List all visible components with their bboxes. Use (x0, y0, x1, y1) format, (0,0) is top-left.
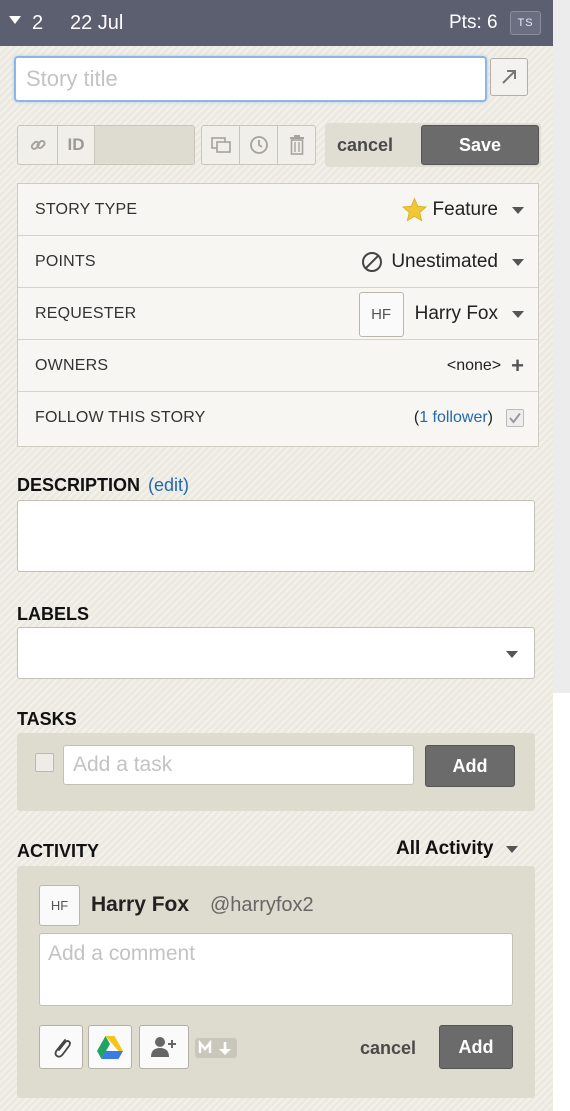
iteration-date: 22 Jul (70, 12, 124, 34)
clone-icon (210, 137, 231, 153)
add-person-icon (151, 1037, 176, 1057)
points-dropdown[interactable]: Unestimated (361, 236, 524, 288)
expand-arrow-icon (502, 70, 516, 84)
id-tool-group: ID (17, 125, 195, 165)
save-button[interactable]: Save (421, 125, 539, 165)
cancel-save-group: cancel Save (325, 123, 541, 167)
labels-dropdown[interactable] (17, 627, 535, 679)
story-type-value: Feature (432, 199, 498, 220)
chevron-down-icon (505, 845, 518, 853)
iteration-number: 2 (32, 12, 44, 34)
labels-heading: LABELS (17, 604, 89, 624)
task-checkbox[interactable] (35, 753, 54, 772)
owners-value: <none> (446, 357, 502, 374)
points-label: POINTS (35, 253, 96, 270)
checkmark-icon (509, 412, 521, 424)
add-task-button[interactable]: Add (425, 745, 515, 787)
clone-button[interactable] (202, 126, 240, 164)
action-tool-group (201, 125, 316, 165)
follow-paren-close: ) (487, 409, 493, 426)
follow-row[interactable]: FOLLOW THIS STORY ( 1 follower ) (18, 392, 538, 444)
add-task-input[interactable] (63, 745, 414, 785)
history-button[interactable] (240, 126, 278, 164)
add-owner-icon[interactable]: + (511, 353, 524, 379)
chevron-down-icon (512, 206, 524, 214)
points-value: Unestimated (391, 251, 498, 272)
chevron-down-icon (512, 258, 524, 266)
google-drive-button[interactable] (88, 1025, 132, 1069)
requester-label: REQUESTER (35, 305, 137, 322)
id-button[interactable]: ID (58, 126, 95, 164)
link-icon (30, 139, 46, 150)
owners-field[interactable]: <none> + (447, 340, 524, 392)
story-info-table: STORY TYPE Feature POINTS Unestimated RE… (17, 183, 539, 447)
story-header[interactable]: 2 22 Jul Pts: 6 TS (0, 0, 553, 46)
comment-cancel-button[interactable]: cancel (360, 1038, 416, 1059)
delete-button[interactable] (278, 126, 315, 164)
points-row[interactable]: POINTS Unestimated (18, 236, 538, 288)
owners-row[interactable]: OWNERS <none> + (18, 340, 538, 392)
follow-label: FOLLOW THIS STORY (35, 409, 206, 426)
follow-field[interactable]: ( 1 follower ) (414, 392, 524, 444)
iteration-points: Pts: 6 (449, 12, 498, 33)
mention-user-button[interactable] (139, 1025, 189, 1069)
markdown-icon[interactable] (195, 1038, 237, 1058)
followers-link[interactable]: 1 follower (419, 409, 487, 427)
activity-area: HF Harry Fox @harryfox2 Add a comment ca… (17, 866, 535, 1098)
story-type-row[interactable]: STORY TYPE Feature (18, 184, 538, 236)
user-avatar: HF (39, 885, 80, 926)
description-edit-link[interactable]: (edit) (148, 475, 189, 495)
owners-label: OWNERS (35, 357, 109, 374)
add-comment-button[interactable]: Add (439, 1025, 513, 1069)
requester-name: Harry Fox (414, 303, 498, 324)
clock-icon (249, 136, 268, 154)
requester-avatar: HF (358, 291, 404, 337)
user-name: Harry Fox (91, 893, 190, 916)
story-title-input[interactable] (14, 56, 487, 102)
follow-checkbox[interactable] (506, 409, 524, 427)
star-icon (401, 197, 427, 222)
story-type-dropdown[interactable]: Feature (401, 184, 524, 236)
activity-filter-value: All Activity (396, 838, 494, 859)
comment-input[interactable] (39, 933, 513, 1006)
no-estimate-icon (362, 252, 383, 272)
requester-row[interactable]: REQUESTER HF Harry Fox (18, 288, 538, 340)
description-heading: DESCRIPTION (edit) (17, 475, 189, 496)
story-id-field[interactable] (95, 126, 194, 164)
chevron-down-icon (512, 310, 524, 318)
activity-heading: ACTIVITY (17, 841, 100, 861)
story-type-label: STORY TYPE (35, 201, 138, 218)
attach-file-button[interactable] (39, 1025, 83, 1069)
tasks-area: Add (17, 733, 535, 811)
collapse-triangle-icon[interactable] (9, 16, 21, 24)
google-drive-icon (97, 1035, 123, 1059)
chevron-down-icon (506, 651, 518, 658)
user-handle: @harryfox2 (210, 894, 314, 916)
description-title: DESCRIPTION (17, 475, 141, 495)
id-label: ID (67, 135, 85, 154)
story-panel: 2 22 Jul Pts: 6 TS ID (0, 0, 553, 1111)
description-box[interactable] (17, 500, 535, 572)
tasks-heading: TASKS (17, 709, 77, 729)
link-button[interactable] (18, 126, 58, 164)
paperclip-icon (54, 1039, 71, 1058)
scroll-gutter (553, 0, 570, 693)
activity-filter-dropdown[interactable]: All Activity (396, 838, 518, 860)
cancel-button[interactable]: cancel (337, 135, 393, 156)
requester-dropdown[interactable]: HF Harry Fox (358, 288, 524, 340)
ts-badge: TS (510, 11, 541, 35)
expand-button[interactable] (490, 58, 528, 96)
trash-icon (289, 135, 304, 155)
